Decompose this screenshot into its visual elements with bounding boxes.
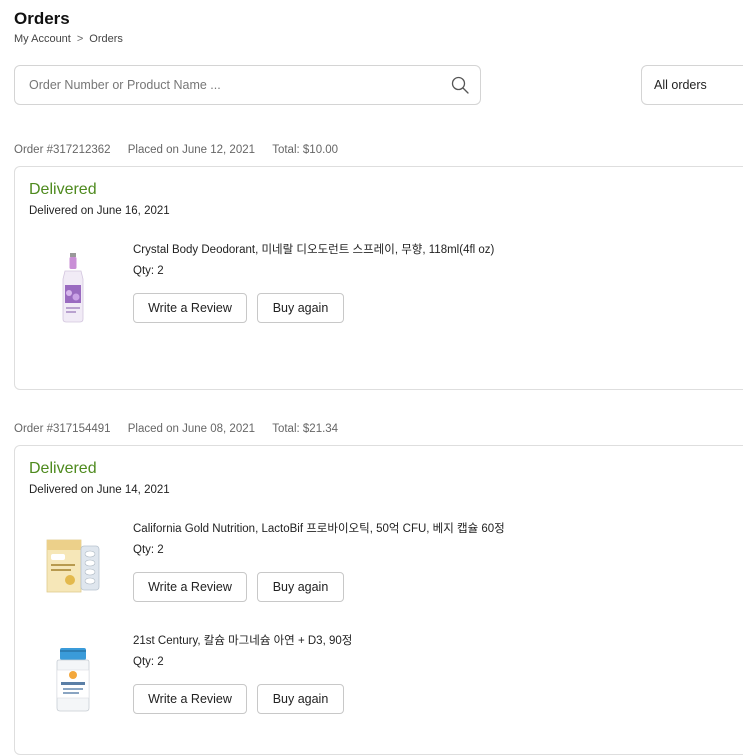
- product-quantity: Qty: 2: [133, 656, 164, 668]
- order-status: Delivered: [29, 181, 97, 198]
- breadcrumb-separator: >: [76, 33, 84, 45]
- order-filter-value: All orders: [654, 78, 707, 92]
- write-review-button[interactable]: Write a Review: [133, 684, 247, 714]
- order-filter-select[interactable]: All orders: [641, 65, 743, 105]
- product-name[interactable]: 21st Century, 칼슘 마그네슘 아연 + D3, 90정: [133, 632, 352, 648]
- breadcrumb-current: Orders: [89, 33, 123, 45]
- order-status: Delivered: [29, 460, 97, 477]
- page-title: Orders: [14, 9, 70, 28]
- search-icon[interactable]: [450, 75, 470, 95]
- product-name[interactable]: Crystal Body Deodorant, 미네랄 디오도런트 스프레이, …: [133, 241, 494, 257]
- breadcrumb: My Account > Orders: [14, 33, 123, 45]
- order-card: Delivered Delivered on June 16, 2021 Cry…: [14, 166, 743, 390]
- order-item: 21st Century, 칼슘 마그네슘 아연 + D3, 90정 Qty: …: [15, 632, 743, 722]
- order-total: Total: $21.34: [272, 423, 339, 435]
- order-number: Order #317154491: [14, 423, 111, 435]
- probiotic-capsule-box-image[interactable]: [43, 528, 103, 603]
- product-quantity: Qty: 2: [133, 265, 164, 277]
- breadcrumb-link-my-account[interactable]: My Account: [14, 33, 71, 45]
- write-review-button[interactable]: Write a Review: [133, 293, 247, 323]
- buy-again-button[interactable]: Buy again: [257, 293, 344, 323]
- order-status-date: Delivered on June 14, 2021: [29, 484, 170, 496]
- order-total: Total: $10.00: [272, 144, 339, 156]
- buy-again-button[interactable]: Buy again: [257, 684, 344, 714]
- product-quantity: Qty: 2: [133, 544, 164, 556]
- supplement-bottle-image[interactable]: [43, 640, 103, 715]
- order-placed-date: Placed on June 12, 2021: [127, 144, 256, 156]
- order-number: Order #317212362: [14, 144, 111, 156]
- order-item: California Gold Nutrition, LactoBif 프로바이…: [15, 520, 743, 610]
- write-review-button[interactable]: Write a Review: [133, 572, 247, 602]
- order-status-date: Delivered on June 16, 2021: [29, 205, 170, 217]
- order-item: Crystal Body Deodorant, 미네랄 디오도런트 스프레이, …: [15, 241, 743, 331]
- deodorant-spray-bottle-image[interactable]: [43, 249, 103, 324]
- product-name[interactable]: California Gold Nutrition, LactoBif 프로바이…: [133, 520, 505, 536]
- search-box: [14, 65, 481, 105]
- buy-again-button[interactable]: Buy again: [257, 572, 344, 602]
- order-meta: Order #317212362 Placed on June 12, 2021…: [14, 144, 338, 156]
- order-placed-date: Placed on June 08, 2021: [127, 423, 256, 435]
- order-card: Delivered Delivered on June 14, 2021 Cal…: [14, 445, 743, 755]
- order-meta: Order #317154491 Placed on June 08, 2021…: [14, 423, 338, 435]
- search-input[interactable]: [15, 66, 445, 104]
